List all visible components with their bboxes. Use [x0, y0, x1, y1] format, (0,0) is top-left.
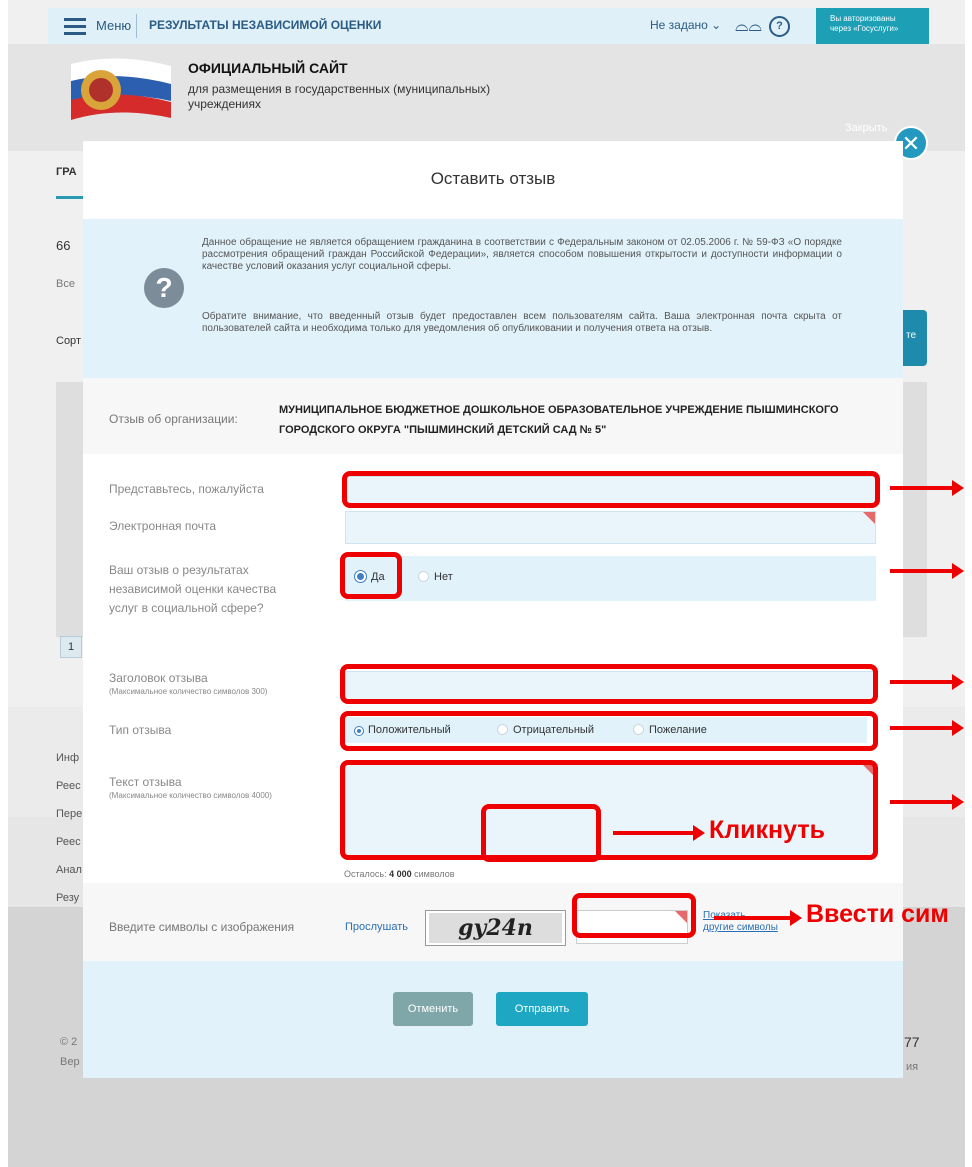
radio-no[interactable]: Нет [418, 571, 453, 583]
organization-name: МУНИЦИПАЛЬНОЕ БЮДЖЕТНОЕ ДОШКОЛЬНОЕ ОБРАЗ… [279, 404, 839, 436]
review-text-label: Текст отзыва (Максимальное количество сим… [109, 773, 272, 801]
annotation-enter-captcha: Ввести сим [806, 900, 949, 928]
accessibility-glasses-icon[interactable]: ⌓⌓ [735, 16, 762, 36]
annotation-click: Кликнуть [709, 816, 825, 844]
review-text-label-text: Текст отзыва [109, 775, 182, 789]
footer-link: Резу [56, 892, 80, 904]
pagination-page: 1 [60, 636, 82, 658]
review-text-hint: (Максимальное количество символов 4000) [109, 791, 272, 800]
notice-paragraph-2: Обратите внимание, что введенный отзыв б… [202, 311, 842, 334]
arrow-right-icon [890, 674, 964, 690]
highlight-submit-button [481, 804, 601, 862]
remaining-prefix: Осталось: [344, 869, 387, 879]
captcha-refresh-line-2: другие символы [703, 922, 778, 933]
captcha-listen-link[interactable]: Прослушать [345, 921, 408, 933]
region-selector[interactable]: Не задано ⌄ [650, 18, 721, 32]
review-title-label-text: Заголовок отзыва [109, 671, 208, 685]
footer-version: Вер [60, 1056, 80, 1068]
arrow-right-icon [714, 910, 802, 926]
navbar-divider [136, 14, 137, 38]
captcha-label: Введите символы с изображения [109, 920, 295, 934]
auth-status[interactable]: Вы авторизованы через «Госуслуги» [816, 8, 929, 44]
required-marker [863, 512, 875, 524]
email-input[interactable] [345, 511, 876, 544]
submit-button[interactable]: Отправить [496, 992, 588, 1026]
modal-footer: Отменить Отправить [83, 961, 903, 1078]
footer-copyright: © 2 [60, 1036, 78, 1048]
review-title-hint: (Максимальное количество символов 300) [109, 687, 268, 696]
highlight-text-field [340, 760, 878, 860]
remaining-suffix: символов [414, 869, 455, 879]
arrow-right-icon [613, 825, 705, 841]
arrow-right-icon [890, 720, 964, 736]
highlight-yes-radio [340, 552, 402, 599]
background-text: 66 [56, 238, 71, 253]
close-label[interactable]: Закрыть [845, 122, 887, 134]
organization-label: Отзыв об организации: [109, 412, 238, 426]
organization-row: Отзыв об организации: МУНИЦИПАЛЬНОЕ БЮДЖ… [83, 378, 903, 454]
review-type-label: Тип отзыва [109, 723, 172, 737]
background-tab: ГРА [56, 166, 77, 178]
background-button-label: те [906, 330, 917, 341]
radio-no-dot [418, 571, 429, 582]
background-text: Сорт [56, 335, 81, 347]
remaining-count: 4 000 [389, 869, 412, 879]
highlight-name-field [342, 471, 880, 508]
footer-link: Инф [56, 752, 80, 764]
arrow-right-icon [890, 794, 964, 810]
notice-paragraph-1: Данное обращение не является обращением … [202, 237, 842, 272]
highlight-captcha-field [572, 893, 696, 938]
name-label: Представьтесь, пожалуйста [109, 482, 264, 496]
highlight-title-field [340, 664, 878, 704]
captcha-image: gy24n [425, 910, 566, 946]
captcha-row: Введите символы с изображения Прослушать… [83, 883, 903, 961]
footer-phone: 77 [904, 1034, 920, 1050]
remaining-counter: Осталось: 4 000 символов [344, 869, 454, 879]
auth-line-1: Вы авторизованы [830, 14, 896, 23]
question-icon: ? [144, 268, 184, 308]
background-button: те [902, 310, 927, 366]
modal-title: Оставить отзыв [430, 169, 556, 188]
help-icon[interactable]: ? [769, 16, 790, 37]
footer-link: Реес [56, 836, 81, 848]
background-panel [56, 382, 86, 637]
footer-link: Реес [56, 780, 81, 792]
arrow-right-icon [890, 480, 964, 496]
background-tab-underline [56, 196, 86, 199]
background-text: Все [56, 278, 75, 290]
footer-link: ия [906, 1061, 919, 1073]
menu-label[interactable]: Меню [96, 18, 131, 33]
coat-of-arms-flag-logo [71, 58, 171, 120]
independent-review-radios: Да Нет [345, 556, 876, 601]
captcha-refresh-link[interactable]: Показатьдругие символы [703, 910, 778, 934]
email-label: Электронная почта [109, 519, 217, 533]
independent-review-label: Ваш отзыв о результатах независимой оцен… [109, 563, 277, 615]
captcha-image-text: gy24n [429, 913, 562, 943]
review-modal: Оставить отзыв ? Данное обращение не явл… [83, 141, 903, 1078]
cancel-button[interactable]: Отменить [393, 992, 473, 1026]
page-title: РЕЗУЛЬТАТЫ НЕЗАВИСИМОЙ ОЦЕНКИ [149, 18, 382, 32]
highlight-type-radios [340, 711, 878, 751]
auth-line-2: через «Госуслуги» [830, 24, 899, 33]
site-subtitle: для размещения в государственных (муници… [188, 82, 491, 111]
notice-box: ? Данное обращение не является обращение… [83, 219, 903, 378]
site-name: ОФИЦИАЛЬНЫЙ САЙТ [188, 60, 348, 76]
footer-link: Пере [56, 808, 83, 820]
top-navbar: Меню РЕЗУЛЬТАТЫ НЕЗАВИСИМОЙ ОЦЕНКИ Не за… [48, 8, 929, 44]
arrow-right-icon [890, 563, 964, 579]
menu-icon[interactable] [64, 18, 86, 35]
radio-no-label: Нет [434, 571, 453, 583]
footer-link: Анал [56, 864, 82, 876]
review-title-label: Заголовок отзыва (Максимальное количество… [109, 669, 267, 697]
background-panel [903, 382, 927, 637]
